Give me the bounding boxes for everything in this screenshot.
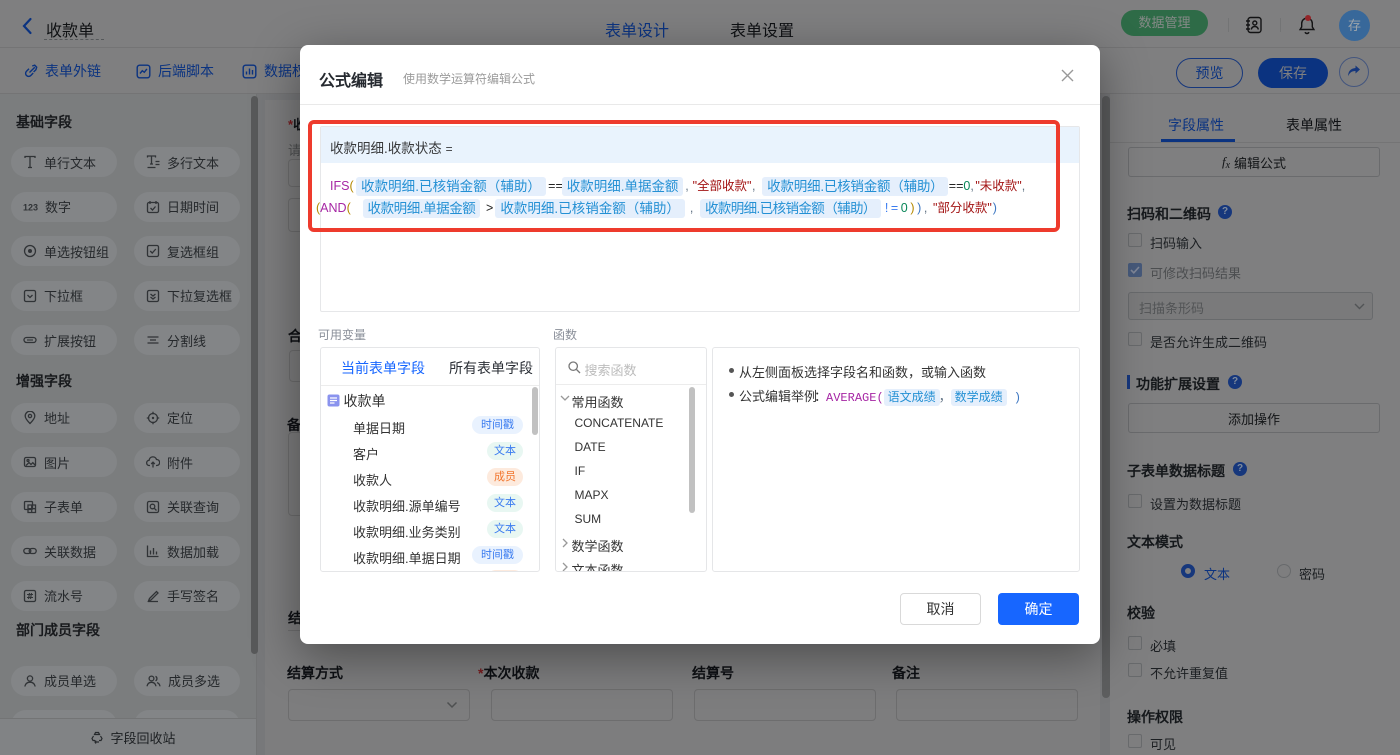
svg-text:123: 123 (23, 202, 38, 212)
